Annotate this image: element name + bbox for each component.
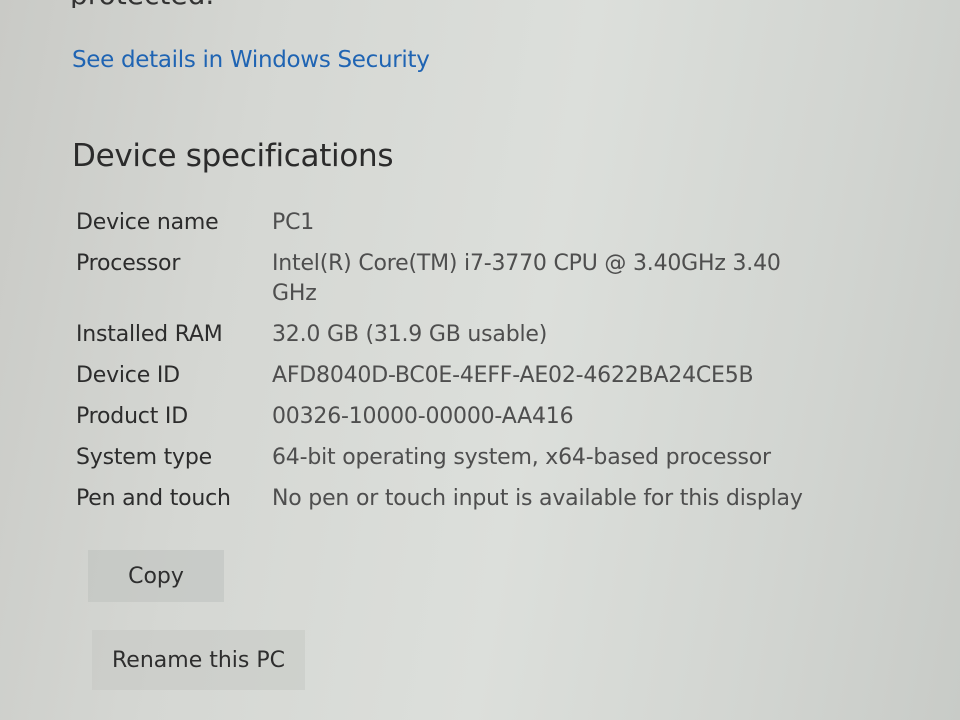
- spec-value: Intel(R) Core(TM) i7-3770 CPU @ 3.40GHz …: [272, 251, 781, 306]
- spec-row-installed-ram: Installed RAM 32.0 GB (31.9 GB usable): [76, 320, 836, 350]
- rename-pc-button[interactable]: Rename this PC: [92, 630, 305, 690]
- spec-label: System type: [76, 445, 212, 470]
- spec-value: 64-bit operating system, x64-based proce…: [272, 445, 771, 470]
- spec-value: 32.0 GB (31.9 GB usable): [272, 322, 548, 347]
- spec-value: 00326-10000-00000-AA416: [272, 404, 574, 429]
- copy-button[interactable]: Copy: [88, 550, 224, 602]
- spec-label: Installed RAM: [76, 322, 223, 347]
- spec-row-processor: Processor Intel(R) Core(TM) i7-3770 CPU …: [76, 249, 836, 309]
- spec-value: PC1: [272, 210, 315, 235]
- spec-label: Device ID: [76, 363, 180, 388]
- windows-security-link[interactable]: See details in Windows Security: [72, 47, 430, 73]
- spec-label: Device name: [76, 210, 219, 235]
- spec-row-device-id: Device ID AFD8040D-BC0E-4EFF-AE02-4622BA…: [76, 361, 836, 391]
- spec-row-system-type: System type 64-bit operating system, x64…: [76, 443, 836, 473]
- spec-value: No pen or touch input is available for t…: [272, 486, 803, 511]
- spec-row-product-id: Product ID 00326-10000-00000-AA416: [76, 402, 836, 432]
- spec-label: Processor: [76, 251, 181, 276]
- device-specifications-table: Device name PC1 Processor Intel(R) Core(…: [76, 208, 836, 525]
- device-specifications-title: Device specifications: [72, 138, 394, 174]
- spec-label: Product ID: [76, 404, 188, 429]
- spec-label: Pen and touch: [76, 486, 231, 511]
- protection-status-heading: protected.: [70, 0, 214, 8]
- spec-row-pen-and-touch: Pen and touch No pen or touch input is a…: [76, 484, 836, 514]
- spec-value: AFD8040D-BC0E-4EFF-AE02-4622BA24CE5B: [272, 363, 754, 388]
- spec-row-device-name: Device name PC1: [76, 208, 836, 238]
